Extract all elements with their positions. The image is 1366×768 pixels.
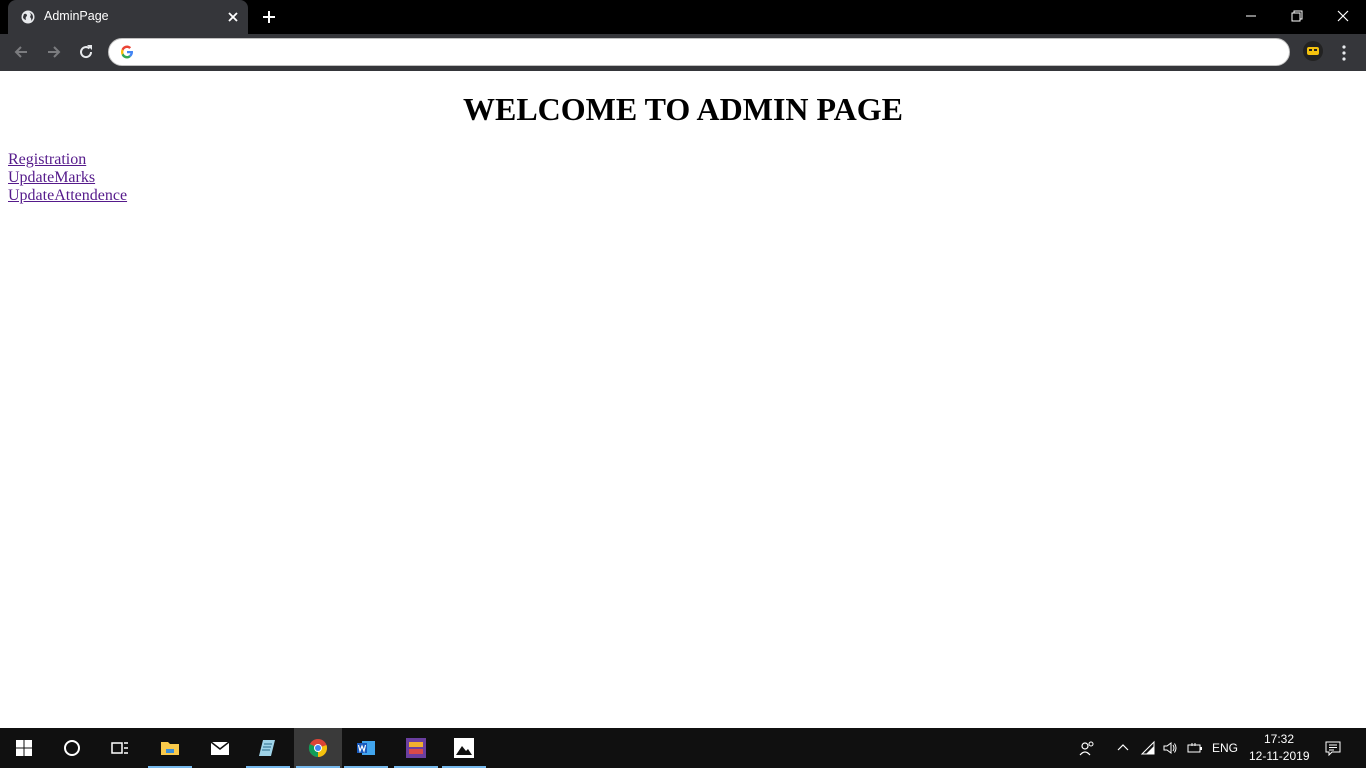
cortana-button[interactable] [48,728,96,768]
app-button[interactable] [392,728,440,768]
file-explorer-icon [161,742,179,755]
mail-button[interactable] [196,728,244,768]
notification-icon[interactable] [1325,740,1341,756]
address-bar[interactable] [108,38,1290,66]
battery-icon[interactable] [1187,740,1203,756]
windows-taskbar: ENG 17:32 12-11-2019 [0,728,1366,768]
browser-titlebar: AdminPage [0,0,1366,34]
photos-button[interactable] [440,728,488,768]
photos-icon [454,738,474,758]
word-button[interactable] [342,728,390,768]
chevron-up-icon[interactable] [1115,740,1131,756]
extension-icon[interactable] [1303,41,1323,61]
address-input[interactable] [143,43,1277,63]
page-content: WELCOME TO ADMIN PAGE Registration Updat… [0,71,1366,728]
reload-icon[interactable] [77,43,95,61]
update-marks-link[interactable]: UpdateMarks [8,169,127,187]
task-view-button[interactable] [96,728,144,768]
close-tab-icon[interactable] [226,10,240,24]
browser-tab[interactable]: AdminPage [8,0,248,34]
google-icon [121,45,133,59]
chrome-button[interactable] [294,728,342,768]
start-icon [16,740,32,756]
language-indicator[interactable]: ENG [1212,741,1238,755]
page-title: WELCOME TO ADMIN PAGE [462,91,904,127]
minimize-icon[interactable] [1243,8,1259,24]
globe-icon [21,10,35,24]
admin-links: Registration UpdateMarks UpdateAttendenc… [8,151,127,205]
wifi-icon[interactable] [1140,740,1156,756]
mail-icon [210,741,230,755]
file-explorer-button[interactable] [146,728,194,768]
restore-icon[interactable] [1289,8,1305,24]
browser-toolbar [0,34,1366,71]
volume-icon[interactable] [1162,740,1178,756]
start-button[interactable] [0,728,48,768]
app-icon [406,738,426,758]
word-icon [357,741,375,755]
menu-dots-icon[interactable] [1338,44,1350,62]
new-tab-icon[interactable] [262,10,276,24]
forward-icon[interactable] [45,43,63,61]
notepad-icon [259,740,275,756]
tab-title: AdminPage [44,9,109,23]
notepad-button[interactable] [244,728,292,768]
close-window-icon[interactable] [1335,8,1351,24]
registration-link[interactable]: Registration [8,151,127,169]
clock-time[interactable]: 17:32 [1264,732,1294,746]
clock-date[interactable]: 12-11-2019 [1249,749,1310,763]
update-attendence-link[interactable]: UpdateAttendence [8,187,127,205]
cortana-icon [64,740,80,756]
task-view-icon [111,742,128,754]
back-icon[interactable] [12,43,30,61]
people-icon[interactable] [1079,740,1095,756]
chrome-icon [308,739,328,758]
